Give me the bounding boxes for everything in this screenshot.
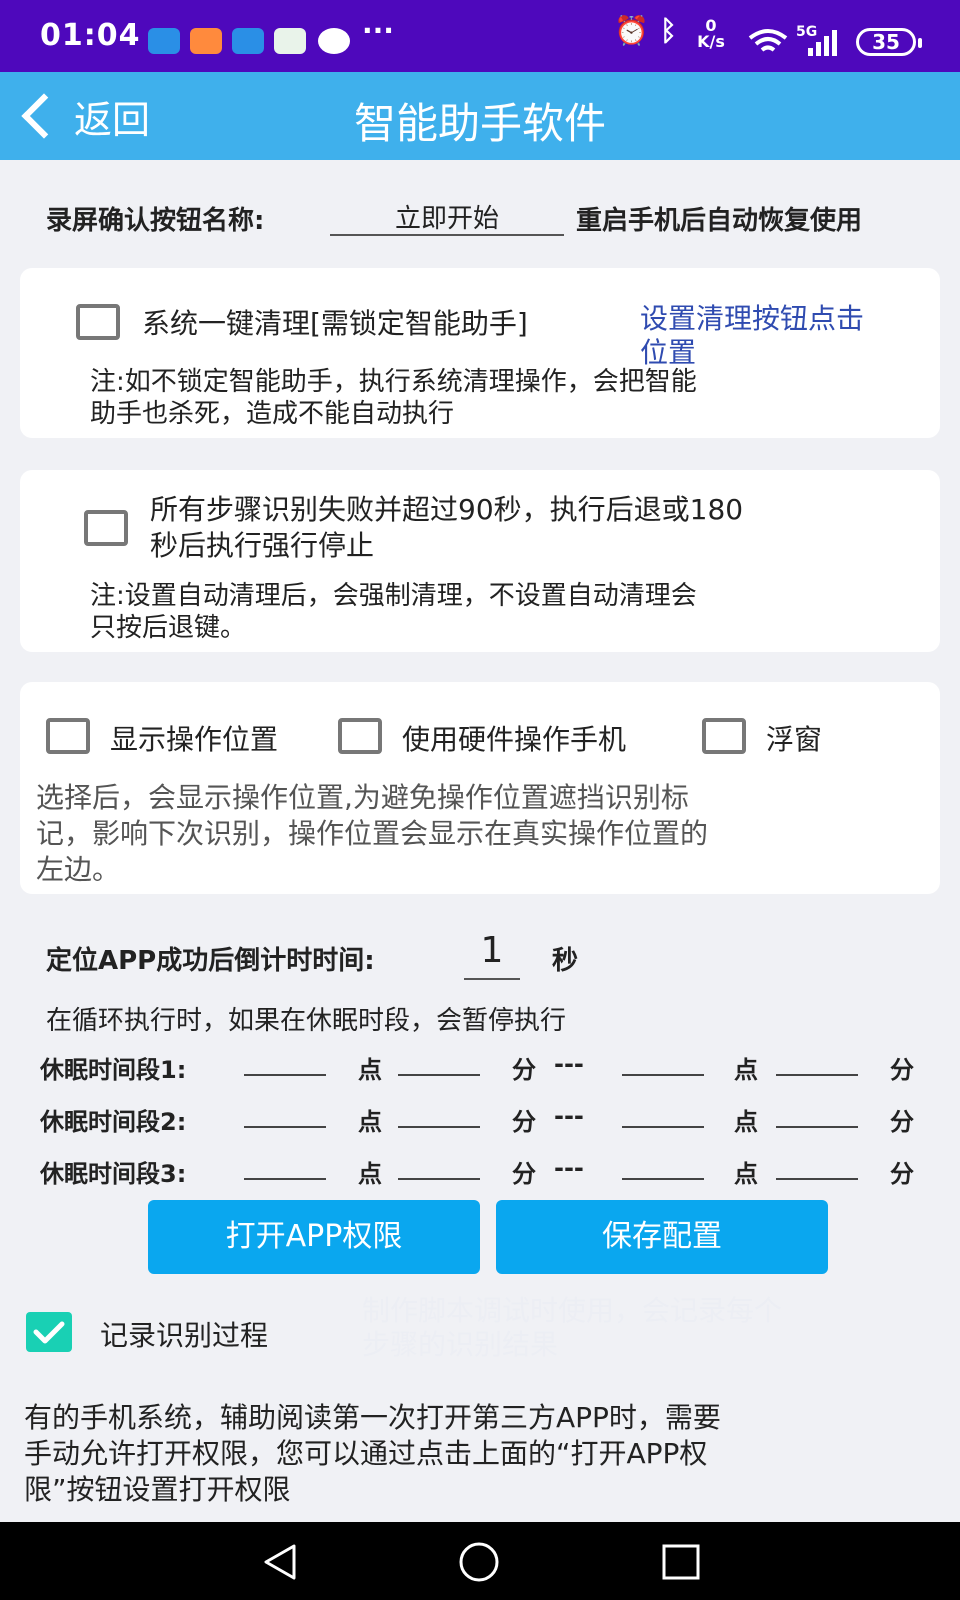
nav-home-icon[interactable] [456,1540,502,1584]
hour-unit: 点 [358,1108,382,1136]
record-restore-note: 重启手机后自动恢复使用 [576,206,863,236]
countdown-unit: 秒 [552,946,579,976]
bluetooth-icon: ᛒ [660,14,677,47]
chevron-left-icon [21,93,67,139]
wechat-icon [318,28,350,54]
hour-unit: 点 [358,1160,382,1188]
open-app-permission-button[interactable]: 打开APP权限 [148,1200,480,1274]
record-process-label: 记录识别过程 [100,1319,269,1352]
end-hour-input[interactable] [622,1074,704,1076]
system-cleanup-label: 系统一键清理[需锁定智能助手] [142,307,528,340]
app-icon [148,28,180,54]
range-separator: --- [554,1154,584,1182]
display-options-card: 显示操作位置 使用硬件操作手机 浮窗 选择后，会显示操作位置,为避免操作位置遮挡… [20,682,940,894]
record-button-name-input[interactable]: 立即开始 [330,198,564,236]
record-button-label: 录屏确认按钮名称: [46,206,265,236]
system-cleanup-checkbox[interactable] [76,304,120,340]
hour-unit: 点 [734,1056,758,1084]
floating-window-checkbox[interactable] [702,718,746,754]
back-button[interactable]: 返回 [14,86,150,146]
minute-unit: 分 [890,1056,914,1084]
cleanup-note: 注:如不锁定智能助手，执行系统清理操作，会把智能 助手也杀死，造成不能自动执行 [90,367,697,429]
check-icon [33,1321,65,1344]
end-hour-input[interactable] [622,1126,704,1128]
app-icon [232,28,264,54]
wifi-icon [748,29,788,52]
minute-unit: 分 [512,1160,536,1188]
title-bar: 智能助手软件 返回 [0,72,960,160]
minute-unit: 分 [512,1056,536,1084]
range-separator: --- [554,1050,584,1078]
nav-recents-icon[interactable] [660,1542,702,1582]
minute-unit: 分 [890,1160,914,1188]
show-position-checkbox[interactable] [46,718,90,754]
start-hour-input[interactable] [244,1126,326,1128]
sleep-intro: 在循环执行时，如果在休眠时段，会暂停执行 [46,1006,567,1036]
sleep-period-label: 休眠时间段2: [40,1108,187,1136]
countdown-input[interactable]: 1 [464,930,520,980]
hardware-operation-checkbox[interactable] [338,718,382,754]
start-hour-input[interactable] [244,1074,326,1076]
sleep-period-row: 休眠时间段2: 点 分 --- 点 分 [40,1096,920,1136]
hour-unit: 点 [734,1108,758,1136]
navigation-bar [0,1522,960,1600]
more-notifications: ··· [362,14,394,47]
status-time: 01:04 [40,18,141,53]
display-options-description: 选择后，会显示操作位置,为避免操作位置遮挡识别标 记，影响下次识别，操作位置会显… [36,781,709,886]
sleep-period-label: 休眠时间段1: [40,1056,187,1084]
range-separator: --- [554,1102,584,1130]
show-position-label: 显示操作位置 [110,723,279,756]
reader-icon [274,28,306,54]
end-minute-input[interactable] [776,1074,858,1076]
nav-back-icon[interactable] [258,1542,302,1582]
sleep-period-row: 休眠时间段1: 点 分 --- 点 分 [40,1044,920,1084]
save-config-button[interactable]: 保存配置 [496,1200,828,1274]
floating-window-label: 浮窗 [766,723,823,756]
hour-unit: 点 [734,1160,758,1188]
network-speed: 0 K/s [697,16,725,51]
force-stop-checkbox[interactable] [84,510,128,546]
hour-unit: 点 [358,1056,382,1084]
record-process-checkbox[interactable] [26,1312,72,1352]
back-label: 返回 [74,97,151,142]
start-minute-input[interactable] [398,1126,480,1128]
end-minute-input[interactable] [776,1126,858,1128]
signal-icon [808,30,837,56]
battery-icon: 35 [856,28,922,56]
start-minute-input[interactable] [398,1074,480,1076]
minute-unit: 分 [890,1108,914,1136]
force-stop-card: 所有步骤识别失败并超过90秒，执行后退或180 秒后执行强行停止 注:设置自动清… [20,470,940,652]
set-cleanup-position-link[interactable]: 设置清理按钮点击 位置 [640,302,864,370]
app-icon [190,28,222,54]
end-minute-input[interactable] [776,1178,858,1180]
record-process-hint: 制作脚本调试时使用，会记录每个 步骤的识别结果 [362,1294,783,1361]
status-bar: 01:04 ··· ⏰ ᛒ 0 K/s 5G 35 [0,0,960,72]
countdown-label: 定位APP成功后倒计时时间: [46,946,375,976]
alarm-icon: ⏰ [614,14,649,47]
cleanup-card: 系统一键清理[需锁定智能助手] 设置清理按钮点击 位置 注:如不锁定智能助手，执… [20,268,940,438]
hardware-operation-label: 使用硬件操作手机 [402,723,627,756]
force-stop-label: 所有步骤识别失败并超过90秒，执行后退或180 秒后执行强行停止 [150,493,744,562]
end-hour-input[interactable] [622,1178,704,1180]
start-hour-input[interactable] [244,1178,326,1180]
start-minute-input[interactable] [398,1178,480,1180]
minute-unit: 分 [512,1108,536,1136]
sleep-period-label: 休眠时间段3: [40,1160,187,1188]
sleep-period-row: 休眠时间段3: 点 分 --- 点 分 [40,1148,920,1188]
permission-help-text: 有的手机系统，辅助阅读第一次打开第三方APP时，需要 手动允许打开权限，您可以通… [24,1401,721,1506]
force-stop-note: 注:设置自动清理后，会强制清理，不设置自动清理会 只按后退键。 [90,581,697,643]
